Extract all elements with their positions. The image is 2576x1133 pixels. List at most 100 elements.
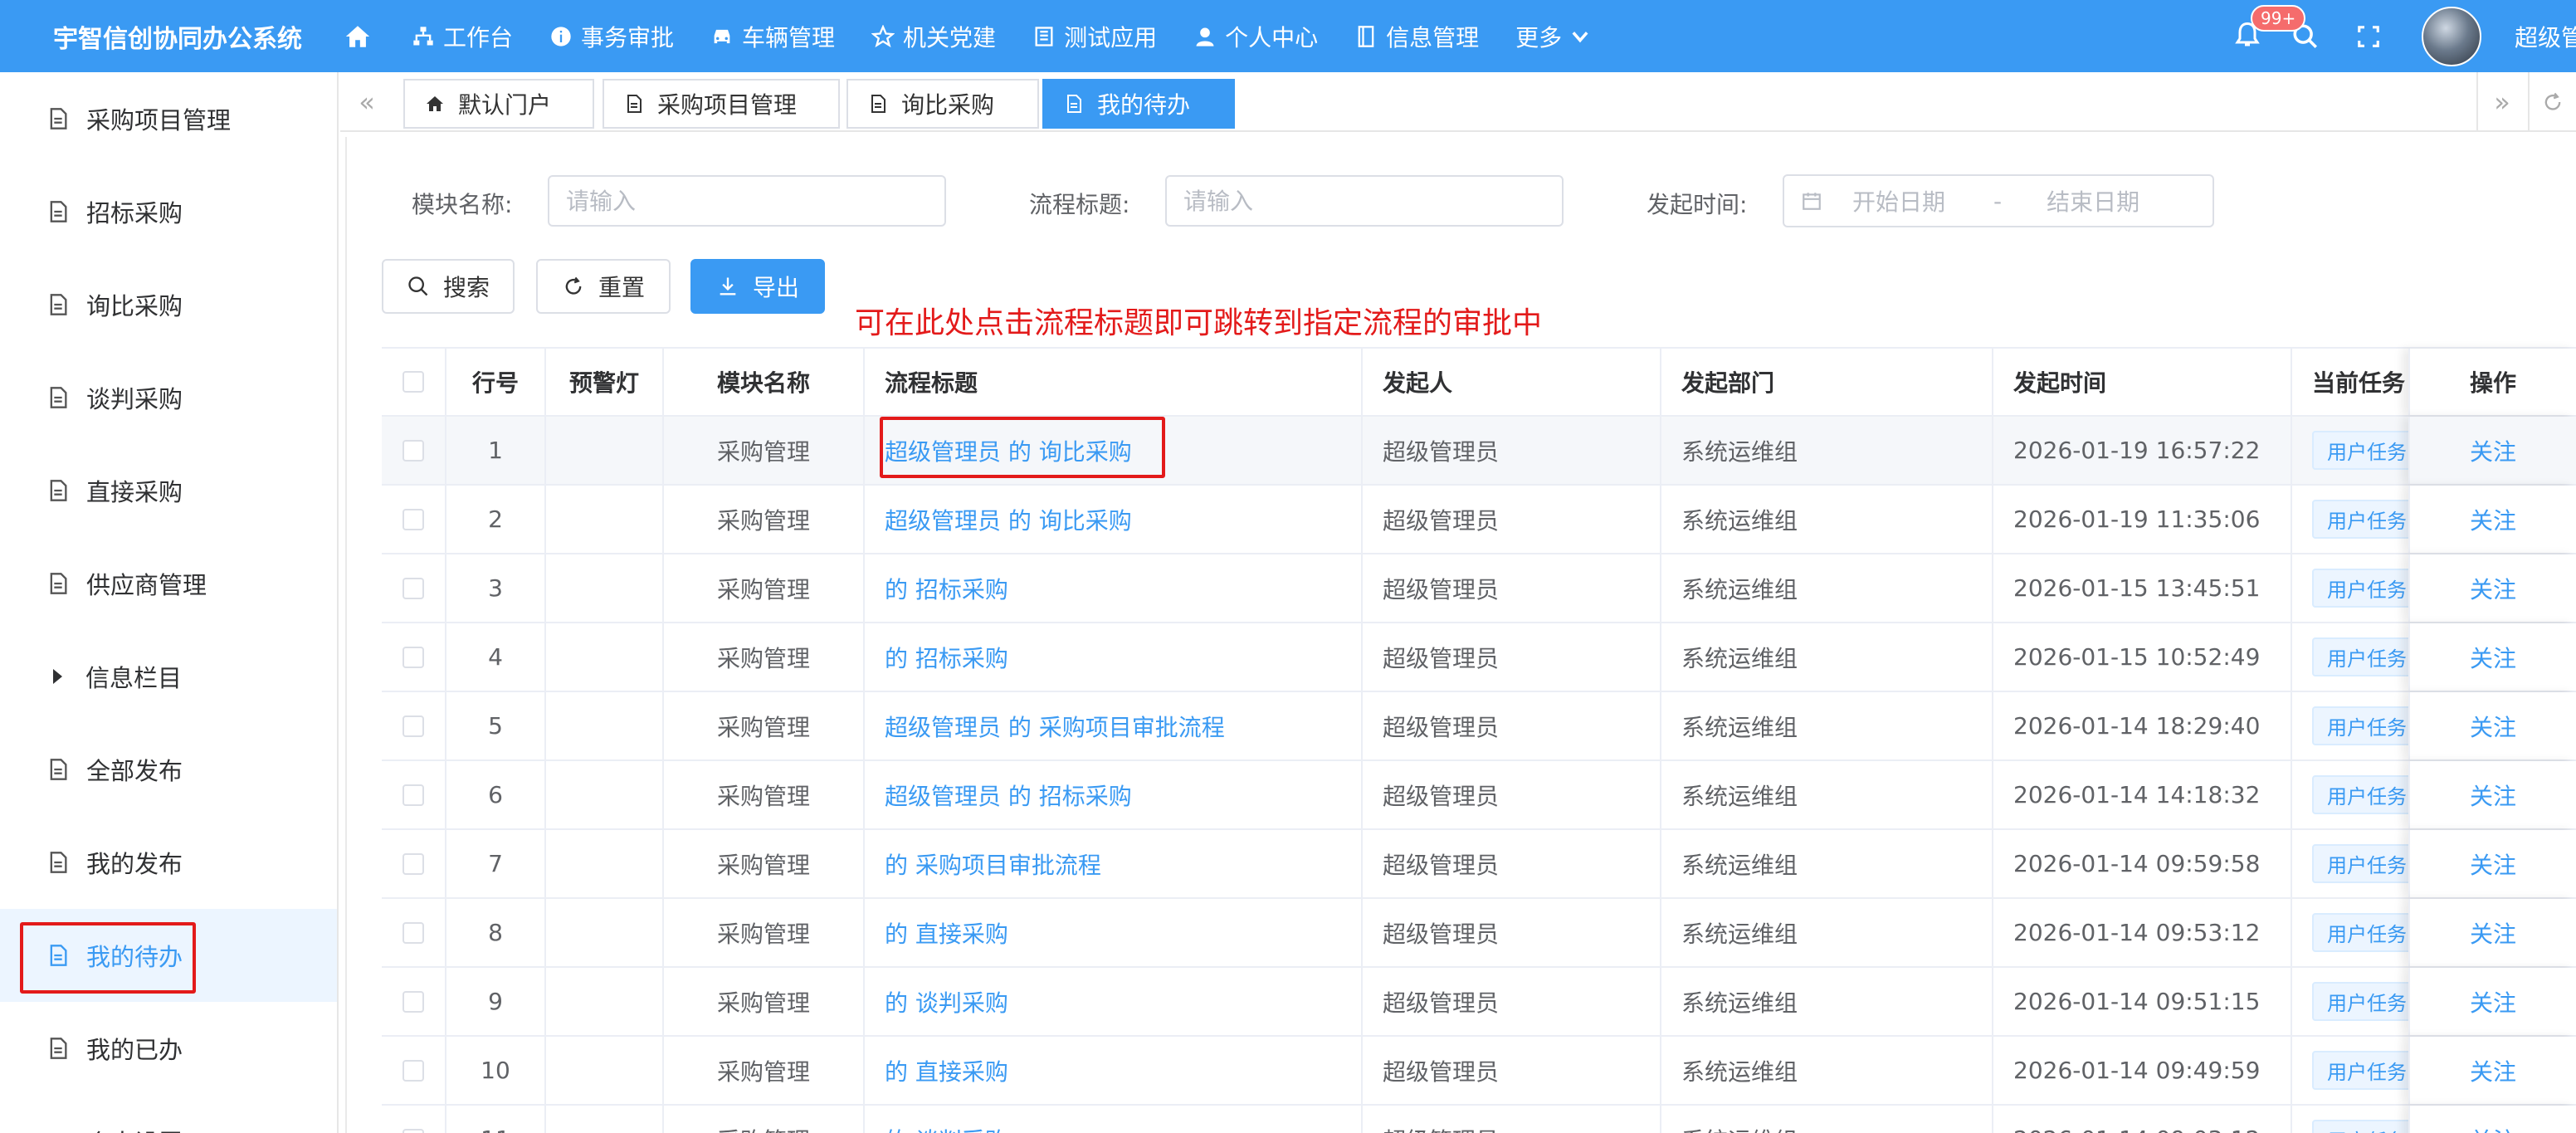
process-title-link[interactable]: 超级管理员 的 招标采购	[885, 779, 1132, 812]
header-select-all[interactable]	[382, 349, 446, 415]
tab-purchase-project[interactable]: 采购项目管理	[603, 79, 840, 129]
process-title-link[interactable]: 的 直接采购	[885, 916, 1008, 950]
tab-inquiry[interactable]: 询比采购	[846, 79, 1039, 129]
document-icon	[50, 387, 67, 408]
row-select-cell[interactable]	[382, 1037, 446, 1104]
avatar[interactable]	[2422, 6, 2481, 66]
sidebar-item-direct[interactable]: 直接采购	[0, 444, 337, 537]
row-checkbox[interactable]	[402, 990, 424, 1013]
row-select-cell[interactable]	[382, 623, 446, 691]
follow-link[interactable]: 关注	[2470, 847, 2516, 881]
export-button[interactable]: 导出	[690, 259, 825, 314]
select-all-checkbox[interactable]	[402, 371, 424, 393]
row-select-cell[interactable]	[382, 417, 446, 484]
end-date-placeholder[interactable]: 结束日期	[2047, 184, 2139, 217]
row-checkbox[interactable]	[402, 784, 424, 806]
nav-vehicle[interactable]: 车辆管理	[710, 20, 835, 53]
row-checkbox[interactable]	[402, 508, 424, 530]
process-title-link[interactable]: 的 招标采购	[885, 641, 1008, 674]
tabs-scroll-right-icon[interactable]: »	[2476, 72, 2526, 132]
follow-link[interactable]: 关注	[2470, 916, 2516, 950]
document-icon	[50, 201, 67, 222]
tab-my-todo[interactable]: 我的待办	[1042, 79, 1235, 129]
row-checkbox[interactable]	[402, 715, 424, 737]
home-icon[interactable]	[344, 19, 378, 54]
follow-link[interactable]: 关注	[2470, 779, 2516, 812]
row-select-cell[interactable]	[382, 899, 446, 966]
follow-link[interactable]: 关注	[2470, 641, 2516, 674]
row-select-cell[interactable]	[382, 968, 446, 1035]
current-task-tag: 用户任务	[2312, 637, 2422, 676]
start-date-placeholder[interactable]: 开始日期	[1852, 184, 1945, 217]
module-name-label: 模块名称:	[412, 191, 513, 218]
follow-link[interactable]: 关注	[2470, 985, 2516, 1018]
row-checkbox[interactable]	[402, 921, 424, 944]
search-button[interactable]: 搜索	[382, 259, 515, 314]
row-select-cell[interactable]	[382, 830, 446, 897]
username[interactable]: 超级管	[2515, 20, 2576, 53]
row-checkbox[interactable]	[402, 439, 424, 462]
sidebar-item-label: 全部发布	[86, 757, 183, 785]
current-task-tag: 用户任务	[2312, 844, 2422, 883]
sidebar-item-all-published[interactable]: 全部发布	[0, 723, 337, 816]
sidebar-item-inquiry[interactable]: 询比采购	[0, 258, 337, 351]
process-title-link[interactable]: 的 谈判采购	[885, 1123, 1008, 1133]
module-name-input[interactable]	[548, 175, 946, 227]
follow-link[interactable]: 关注	[2470, 434, 2516, 467]
app-title: 宇智信创协同办公系统	[53, 24, 302, 54]
sidebar-item-tender[interactable]: 招标采购	[0, 165, 337, 258]
current-task-tag: 用户任务	[2312, 982, 2422, 1021]
date-range-picker[interactable]: 开始日期 - 结束日期	[1783, 174, 2214, 227]
sidebar-item-info-column[interactable]: 信息栏目	[0, 630, 337, 723]
sidebar-item-my-published[interactable]: 我的发布	[0, 816, 337, 909]
start-time-cell: 2026-01-14 09:03:12	[1993, 1106, 2292, 1133]
tab-label: 询比采购	[901, 91, 995, 119]
process-title-link[interactable]: 的 直接采购	[885, 1054, 1008, 1087]
tabs-scroll-left-icon[interactable]: «	[345, 79, 388, 125]
reset-button[interactable]: 重置	[536, 259, 671, 314]
row-select-cell[interactable]	[382, 486, 446, 553]
process-title-link[interactable]: 的 招标采购	[885, 572, 1008, 605]
fullscreen-icon[interactable]	[2352, 20, 2385, 53]
process-title-input[interactable]	[1165, 175, 1564, 227]
document-icon	[871, 95, 886, 113]
nav-more[interactable]: 更多	[1515, 20, 1592, 53]
row-select-cell[interactable]	[382, 554, 446, 622]
sidebar-item-personal-settings[interactable]: 个人设置	[0, 1095, 337, 1133]
nav-info[interactable]: 信息管理	[1354, 20, 1479, 53]
tab-default-portal[interactable]: 默认门户	[403, 79, 594, 129]
current-task-cell: 用户任务	[2292, 968, 2425, 1035]
nav-test-app[interactable]: 测试应用	[1032, 20, 1157, 53]
sidebar-item-negotiation[interactable]: 谈判采购	[0, 351, 337, 444]
row-select-cell[interactable]	[382, 1106, 446, 1133]
row-checkbox[interactable]	[402, 1059, 424, 1082]
follow-link[interactable]: 关注	[2470, 710, 2516, 743]
row-checkbox[interactable]	[402, 1128, 424, 1133]
module-name-cell: 采购管理	[664, 968, 865, 1035]
sidebar-item-purchase-project[interactable]: 采购项目管理	[0, 72, 337, 165]
notification-bell[interactable]: 99+	[2232, 4, 2306, 53]
follow-link[interactable]: 关注	[2470, 572, 2516, 605]
follow-link[interactable]: 关注	[2470, 1054, 2516, 1087]
process-title-link[interactable]: 超级管理员 的 采购项目审批流程	[885, 710, 1225, 743]
process-title-link[interactable]: 的 谈判采购	[885, 985, 1008, 1018]
row-select-cell[interactable]	[382, 692, 446, 759]
current-task-tag: 用户任务	[2312, 775, 2422, 814]
sidebar-item-my-done[interactable]: 我的已办	[0, 1002, 337, 1095]
follow-link[interactable]: 关注	[2470, 1123, 2516, 1133]
refresh-icon[interactable]	[2528, 72, 2576, 132]
row-select-cell[interactable]	[382, 761, 446, 828]
process-title-link[interactable]: 超级管理员 的 询比采购	[885, 503, 1132, 536]
row-checkbox[interactable]	[402, 646, 424, 668]
row-checkbox[interactable]	[402, 852, 424, 875]
nav-approval[interactable]: 事务审批	[549, 20, 674, 53]
process-title-link[interactable]: 的 采购项目审批流程	[885, 847, 1101, 881]
sidebar-item-supplier[interactable]: 供应商管理	[0, 537, 337, 630]
row-checkbox[interactable]	[402, 577, 424, 599]
nav-party[interactable]: 机关党建	[871, 20, 996, 53]
follow-link[interactable]: 关注	[2470, 503, 2516, 536]
process-title-cell: 的 谈判采购	[865, 968, 1363, 1035]
nav-personal[interactable]: 个人中心	[1193, 20, 1318, 53]
nav-workbench[interactable]: 工作台	[412, 20, 513, 53]
current-task-tag: 用户任务	[2312, 1120, 2422, 1133]
